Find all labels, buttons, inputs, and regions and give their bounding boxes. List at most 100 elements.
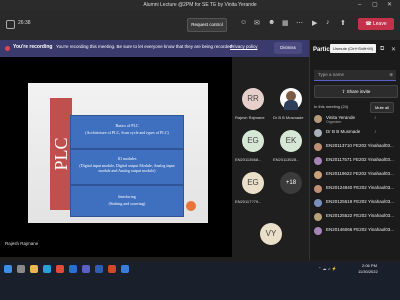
avatar	[314, 171, 322, 179]
edge-icon[interactable]	[43, 265, 51, 273]
windows-taskbar: ⌃ ☁ ♫ ⚡ 2:06 PM 11/30/2022	[0, 262, 400, 300]
minimize-button[interactable]: –	[358, 0, 361, 10]
chat-icon[interactable]: ✉	[254, 19, 260, 27]
share-icon[interactable]: ⬆	[340, 19, 346, 27]
overflow-count: +18	[280, 172, 302, 194]
mail-icon[interactable]	[69, 265, 77, 273]
leave-button[interactable]: ☎ Leave	[358, 18, 394, 30]
participant-row[interactable]: Dr B B Musmade ♪	[314, 128, 400, 140]
search-placeholder: Type a name	[318, 72, 345, 77]
participant-row[interactable]: EN20125519 FE202 Yinahaol03...	[314, 198, 400, 210]
explorer-icon[interactable]	[30, 265, 38, 273]
participant-tile[interactable]: RR Rajesh Rajmane	[234, 82, 271, 124]
popout-icon[interactable]: ⧉	[380, 46, 384, 53]
clock-date[interactable]: 11/30/2022	[358, 269, 378, 274]
avatar	[314, 157, 322, 165]
share-icon: ⇪	[341, 89, 346, 94]
recording-banner: You're recording You're recording this m…	[0, 40, 309, 57]
dismiss-button[interactable]: Dismiss	[274, 42, 302, 54]
reactions-icon[interactable]: ☻	[268, 19, 275, 26]
overflow-tile[interactable]: +18	[272, 166, 309, 208]
search-icon[interactable]	[17, 265, 25, 273]
tile-name: Rajesh Rajmane	[235, 115, 265, 120]
participant-name: Dr B B Musmade	[326, 129, 361, 134]
record-dot-icon	[5, 46, 10, 51]
maximize-button[interactable]: ▢	[372, 0, 378, 10]
slide-box-io-modules: IO modules (Digital input module, Digita…	[70, 149, 184, 185]
more-icon[interactable]: ⋯	[296, 19, 303, 27]
teams-icon[interactable]	[82, 265, 90, 273]
mic-icon: ♪	[374, 115, 377, 121]
people-icon[interactable]: ☺	[240, 19, 247, 26]
presenter-name: Rajesh Rajmane	[5, 241, 39, 246]
close-button[interactable]: ✕	[387, 0, 392, 10]
participant-row[interactable]: EN20119622 FE202 Yinahaol03...	[314, 170, 400, 182]
participant-tile[interactable]: EK EN20113528...	[272, 124, 309, 166]
share-invite-button[interactable]: ⇪ Share invite	[314, 85, 398, 98]
recording-title: You're recording	[13, 44, 53, 50]
profile-shoulders-icon	[284, 100, 298, 110]
mic-icon: ♪	[374, 129, 377, 135]
tile-name: EN20117?79...	[235, 199, 262, 204]
avatar: RR	[242, 88, 264, 110]
avatar	[280, 88, 302, 110]
participant-tile[interactable]: EG EN20113568...	[234, 124, 271, 166]
participant-tile[interactable]: Dr B B Musmade	[272, 82, 309, 124]
privacy-policy-link[interactable]: Privacy policy	[230, 44, 258, 49]
participant-name: EN20117571 FE202 Yinahaol03...	[326, 157, 394, 162]
slide-box-detail: (Architecture of PLC, Scan cycle and typ…	[85, 130, 169, 135]
participant-row[interactable]: EN20117571 FE202 Yinahaol03...	[314, 156, 400, 168]
participant-row[interactable]: Vinita Yerande Organizer ♪	[314, 114, 400, 126]
avatar	[314, 143, 322, 151]
powerpoint-icon[interactable]	[108, 265, 116, 273]
phone-icon: ☎	[365, 21, 372, 27]
participant-name: EN20125522 FE202 Yinahaol03...	[326, 213, 395, 218]
search-input[interactable]: Type a name ⊕	[314, 70, 396, 81]
share-invite-label: Share invite	[346, 89, 371, 94]
presentation-slide: PLC Basics of PLC (Architecture of PLC, …	[28, 83, 208, 223]
panel-title: Partic	[313, 47, 330, 53]
self-tile[interactable]: VY	[252, 217, 289, 259]
add-person-icon[interactable]: ⊕	[389, 70, 393, 80]
avatar: EG	[242, 172, 264, 194]
tray-icons[interactable]: ⌃ ☁ ♫ ⚡	[318, 266, 337, 271]
start-icon[interactable]	[4, 265, 12, 273]
participant-row[interactable]: EN20125522 FE202 Yinahaol03...	[314, 212, 400, 224]
window-title: Alumni Lecture @2PM for SE TE by Vinita …	[143, 2, 257, 8]
slide-box-heading: Interfacing	[118, 194, 136, 199]
video-grid: RR Rajesh Rajmane Dr B B Musmade EG EN20…	[232, 57, 309, 257]
clock-time[interactable]: 2:06 PM	[362, 263, 377, 268]
participant-row[interactable]: EN20124940 FE202 Yinahaol03...	[314, 184, 400, 196]
participants-panel: Partic Unmute (Ctrl+Shift+M) ⧉ ✕ Type a …	[309, 40, 400, 260]
participant-name: EN20125519 FE202 Yinahaol03...	[326, 199, 395, 204]
camera-icon[interactable]: ▶	[312, 19, 317, 27]
avatar: EK	[280, 130, 302, 152]
meeting-toolbar: 26:38 Request control ☺ ✉ ☻ ▦ ⋯ ▶ ♪ ⬆ ☎ …	[0, 10, 400, 40]
mic-icon[interactable]: ♪	[326, 19, 330, 26]
rooms-icon[interactable]: ▦	[282, 19, 289, 27]
participant-role: Organizer	[326, 120, 342, 124]
slide-box-detail: (Digital input module, Digital output Mo…	[79, 163, 175, 173]
mute-all-button[interactable]: Mute all	[370, 102, 394, 113]
leave-label: Leave	[373, 21, 387, 27]
slide-box-heading: IO modules	[117, 156, 137, 161]
participant-tile[interactable]: EG EN20117?79...	[234, 166, 271, 208]
chrome-icon[interactable]	[56, 265, 64, 273]
close-icon[interactable]: ✕	[391, 46, 396, 53]
recording-message: You're recording this meeting. Be sure t…	[56, 44, 234, 49]
slide-title-bar: PLC	[50, 98, 72, 210]
participant-name: EN20124940 FE202 Yinahaol03...	[326, 185, 395, 190]
store-icon[interactable]	[121, 265, 129, 273]
participant-row[interactable]: EN20113710 FE202 Yinahaol03...	[314, 142, 400, 154]
meeting-timer: 26:38	[18, 20, 31, 26]
participant-row[interactable]: EN20146066 FE202 Yinahaol03...	[314, 226, 400, 238]
window-titlebar: Alumni Lecture @2PM for SE TE by Vinita …	[0, 0, 400, 10]
avatar	[314, 213, 322, 221]
request-control-button[interactable]: Request control	[187, 18, 227, 32]
word-icon[interactable]	[95, 265, 103, 273]
avatar: EG	[242, 130, 264, 152]
in-meeting-header[interactable]: In this meeting (24)	[314, 104, 348, 109]
slide-box-detail: (Sinking and sourcing)	[108, 201, 146, 206]
avatar	[314, 185, 322, 193]
shield-icon	[6, 20, 15, 29]
